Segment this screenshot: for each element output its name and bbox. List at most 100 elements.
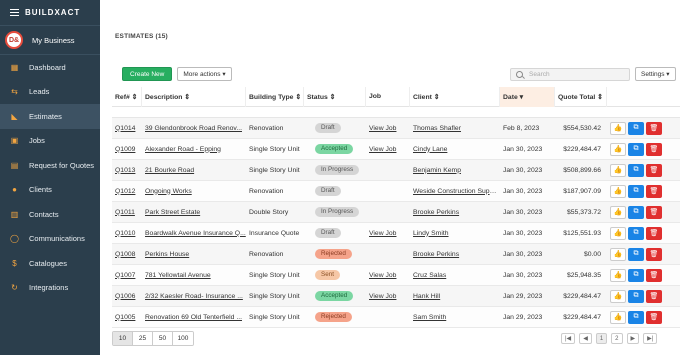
delete-icon[interactable]: 🗑: [646, 184, 662, 198]
copy-icon[interactable]: ⧉: [628, 247, 644, 261]
delete-icon[interactable]: 🗑: [646, 247, 662, 261]
table-row[interactable]: Q1009 Alexander Road - Epping Single Story…: [112, 139, 680, 160]
sidebar-item-catalogues[interactable]: $ Catalogues: [0, 251, 100, 276]
table-row[interactable]: Q1008 Perkins House Renovation Rejected Broo…: [112, 244, 680, 265]
sidebar-item-estimates[interactable]: ◣ Estimates: [0, 104, 100, 129]
column-header-date[interactable]: Date ▾: [500, 86, 555, 107]
estimate-description-link[interactable]: Perkins House: [145, 251, 189, 258]
copy-icon[interactable]: ⧉: [628, 268, 644, 282]
column-header-status[interactable]: Status ⇕: [304, 86, 366, 107]
approve-icon[interactable]: 👍: [610, 226, 626, 240]
estimate-description-link[interactable]: Renovation 69 Old Tenterfield ...: [145, 314, 242, 321]
approve-icon[interactable]: 👍: [610, 289, 626, 303]
estimate-ref-link[interactable]: Q1009: [115, 146, 135, 153]
prev-page-icon[interactable]: ◀: [579, 333, 592, 344]
client-link[interactable]: Benjamin Kemp: [413, 167, 461, 174]
delete-icon[interactable]: 🗑: [646, 289, 662, 303]
copy-icon[interactable]: ⧉: [628, 142, 644, 156]
client-link[interactable]: Thomas Shafler: [413, 125, 461, 132]
approve-icon[interactable]: 👍: [610, 121, 626, 135]
organisation-switcher[interactable]: D& My Business: [0, 25, 100, 55]
page-1-button[interactable]: 1: [595, 333, 608, 344]
client-link[interactable]: Cruz Salas: [413, 272, 446, 279]
client-link[interactable]: Sam Smith: [413, 314, 446, 321]
client-link[interactable]: Brooke Perkins: [413, 209, 459, 216]
sidebar-item-leads[interactable]: ⇆ Leads: [0, 80, 100, 105]
sidebar-item-request-for-quotes[interactable]: ▤ Request for Quotes: [0, 153, 100, 178]
sidebar-item-integrations[interactable]: ↻ Integrations: [0, 276, 100, 301]
copy-icon[interactable]: ⧉: [628, 121, 644, 135]
approve-icon[interactable]: 👍: [610, 268, 626, 282]
client-link[interactable]: Weside Construction Supplie: [413, 188, 500, 195]
estimate-description-link[interactable]: 39 Glendonbrook Road Renov...: [145, 125, 242, 132]
table-row[interactable]: Q1011 Park Street Estate Double Story In Pr…: [112, 202, 680, 223]
table-row[interactable]: Q1013 21 Bourke Road Single Story Unit In P…: [112, 160, 680, 181]
first-page-icon[interactable]: |◀: [561, 333, 576, 344]
settings-button[interactable]: Settings ▾: [635, 67, 676, 81]
view-job-link[interactable]: View Job: [369, 230, 396, 237]
page-size-25[interactable]: 25: [133, 332, 153, 345]
client-link[interactable]: Cindy Lane: [413, 146, 447, 153]
delete-icon[interactable]: 🗑: [646, 142, 662, 156]
estimate-description-link[interactable]: Boardwalk Avenue Insurance Q...: [145, 230, 246, 237]
sidebar-item-clients[interactable]: ● Clients: [0, 178, 100, 203]
page-size-10[interactable]: 10: [113, 332, 133, 345]
approve-icon[interactable]: 👍: [610, 247, 626, 261]
approve-icon[interactable]: 👍: [610, 184, 626, 198]
view-job-link[interactable]: View Job: [369, 293, 396, 300]
table-row[interactable]: Q1012 Ongoing Works Renovation Draft Weside …: [112, 181, 680, 202]
view-job-link[interactable]: View Job: [369, 125, 396, 132]
copy-icon[interactable]: ⧉: [628, 310, 644, 324]
delete-icon[interactable]: 🗑: [646, 121, 662, 135]
next-page-icon[interactable]: ▶: [626, 333, 640, 344]
column-header-ref[interactable]: Ref# ⇕: [112, 86, 142, 107]
copy-icon[interactable]: ⧉: [628, 184, 644, 198]
delete-icon[interactable]: 🗑: [646, 226, 662, 240]
delete-icon[interactable]: 🗑: [646, 268, 662, 282]
sidebar-item-dashboard[interactable]: ▦ Dashboard: [0, 55, 100, 80]
client-link[interactable]: Lindy Smith: [413, 230, 449, 237]
column-header-description[interactable]: Description ⇕: [142, 86, 246, 107]
delete-icon[interactable]: 🗑: [646, 163, 662, 177]
create-new-button[interactable]: Create New: [122, 67, 173, 81]
delete-icon[interactable]: 🗑: [646, 310, 662, 324]
more-actions-button[interactable]: More actions ▾: [177, 67, 232, 81]
estimate-description-link[interactable]: Park Street Estate: [145, 209, 200, 216]
copy-icon[interactable]: ⧉: [628, 163, 644, 177]
page-size-100[interactable]: 100: [173, 332, 193, 345]
sidebar-item-jobs[interactable]: ▣ Jobs: [0, 129, 100, 154]
table-row[interactable]: Q1010 Boardwalk Avenue Insurance Q... Insu…: [112, 223, 680, 244]
estimate-ref-link[interactable]: Q1013: [115, 167, 135, 174]
copy-icon[interactable]: ⧉: [628, 226, 644, 240]
table-row[interactable]: Q1014 39 Glendonbrook Road Renov... Renova…: [112, 118, 680, 139]
column-header-quote-total[interactable]: Quote Total ⇕: [555, 86, 607, 107]
search-input[interactable]: Search: [510, 68, 630, 81]
estimate-description-link[interactable]: Alexander Road - Epping: [145, 146, 221, 153]
approve-icon[interactable]: 👍: [610, 310, 626, 324]
copy-icon[interactable]: ⧉: [628, 205, 644, 219]
column-header-client[interactable]: Client ⇕: [410, 86, 500, 107]
sidebar-item-contacts[interactable]: ▥ Contacts: [0, 202, 100, 227]
estimate-description-link[interactable]: Ongoing Works: [145, 188, 192, 195]
estimate-description-link[interactable]: 21 Bourke Road: [145, 167, 194, 174]
column-header-building-type[interactable]: Building Type ⇕: [246, 86, 304, 107]
approve-icon[interactable]: 👍: [610, 142, 626, 156]
estimate-description-link[interactable]: 2/32 Kaesler Road- Insurance ...: [145, 293, 243, 300]
sidebar-item-communications[interactable]: ◯ Communications: [0, 227, 100, 252]
estimate-ref-link[interactable]: Q1010: [115, 230, 135, 237]
estimate-ref-link[interactable]: Q1011: [115, 209, 135, 216]
estimate-ref-link[interactable]: Q1012: [115, 188, 135, 195]
last-page-icon[interactable]: ▶|: [643, 333, 658, 344]
table-row[interactable]: Q1006 2/32 Kaesler Road- Insurance ... Sin…: [112, 286, 680, 307]
approve-icon[interactable]: 👍: [610, 163, 626, 177]
view-job-link[interactable]: View Job: [369, 272, 396, 279]
approve-icon[interactable]: 👍: [610, 205, 626, 219]
estimate-ref-link[interactable]: Q1008: [115, 251, 135, 258]
table-row[interactable]: Q1007 781 Yellowtail Avenue Single Story U…: [112, 265, 680, 286]
page-size-50[interactable]: 50: [153, 332, 173, 345]
menu-icon[interactable]: [10, 9, 19, 16]
delete-icon[interactable]: 🗑: [646, 205, 662, 219]
client-link[interactable]: Hank Hill: [413, 293, 440, 300]
estimate-ref-link[interactable]: Q1006: [115, 293, 135, 300]
table-row[interactable]: Q1005 Renovation 69 Old Tenterfield ... Si…: [112, 307, 680, 328]
